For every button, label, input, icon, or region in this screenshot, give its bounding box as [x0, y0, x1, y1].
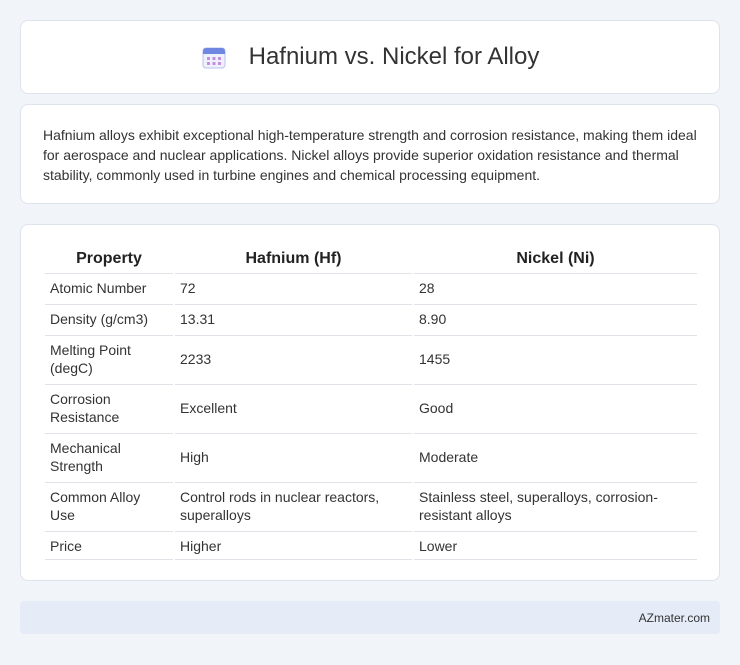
table-row: Atomic Number 72 28	[45, 273, 697, 302]
hafnium-cell: Control rods in nuclear reactors, supera…	[175, 482, 412, 529]
table-header-row: Property Hafnium (Hf) Nickel (Ni)	[45, 247, 697, 271]
calendar-icon	[202, 47, 226, 69]
property-cell: Atomic Number	[45, 273, 173, 302]
table-row: Corrosion Resistance Excellent Good	[45, 384, 697, 431]
hafnium-cell: 72	[175, 273, 412, 302]
column-header-property: Property	[76, 250, 142, 267]
nickel-cell: 1455	[414, 335, 697, 382]
table-row: Common Alloy Use Control rods in nuclear…	[45, 482, 697, 529]
nickel-cell: Lower	[414, 531, 697, 560]
footer-brand[interactable]: AZmater.com	[639, 611, 710, 625]
table-row: Density (g/cm3) 13.31 8.90	[45, 304, 697, 333]
nickel-cell: Moderate	[414, 433, 697, 480]
table-row: Mechanical Strength High Moderate	[45, 433, 697, 480]
comparison-table: Property Hafnium (Hf) Nickel (Ni) Atomic…	[43, 245, 699, 562]
property-cell: Density (g/cm3)	[45, 304, 173, 333]
intro-text: Hafnium alloys exhibit exceptional high-…	[43, 127, 697, 183]
comparison-card: Property Hafnium (Hf) Nickel (Ni) Atomic…	[20, 224, 720, 581]
table-row: Melting Point (degC) 2233 1455	[45, 335, 697, 382]
footer-bar: AZmater.com	[20, 601, 720, 634]
property-cell: Mechanical Strength	[45, 433, 173, 480]
property-cell: Corrosion Resistance	[45, 384, 173, 431]
intro-card: Hafnium alloys exhibit exceptional high-…	[20, 104, 720, 204]
nickel-cell: 8.90	[414, 304, 697, 333]
column-header-nickel: Nickel (Ni)	[516, 250, 595, 267]
title-card: Hafnium vs. Nickel for Alloy	[20, 20, 720, 94]
property-cell: Melting Point (degC)	[45, 335, 173, 382]
property-cell: Common Alloy Use	[45, 482, 173, 529]
hafnium-cell: Excellent	[175, 384, 412, 431]
hafnium-cell: 2233	[175, 335, 412, 382]
hafnium-cell: Higher	[175, 531, 412, 560]
hafnium-cell: 13.31	[175, 304, 412, 333]
column-header-hafnium: Hafnium (Hf)	[245, 250, 342, 267]
nickel-cell: Stainless steel, superalloys, corrosion-…	[414, 482, 697, 529]
hafnium-cell: High	[175, 433, 412, 480]
property-cell: Price	[45, 531, 173, 560]
nickel-cell: 28	[414, 273, 697, 302]
page-title: Hafnium vs. Nickel for Alloy	[248, 43, 540, 70]
table-row: Price Higher Lower	[45, 531, 697, 560]
nickel-cell: Good	[414, 384, 697, 431]
